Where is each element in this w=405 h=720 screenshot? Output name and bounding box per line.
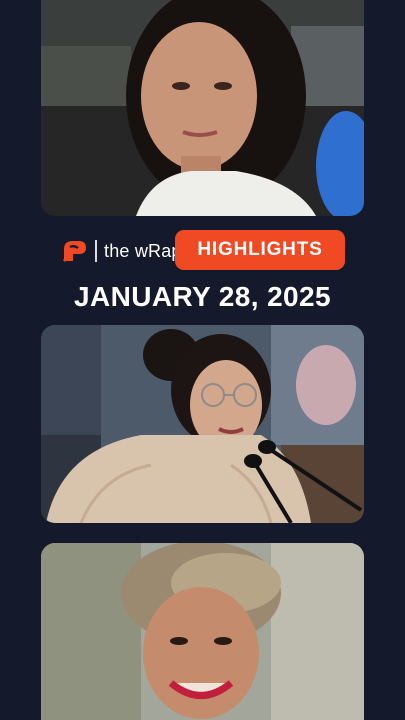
video-frame: the wRap HIGHLIGHTS JANUARY 28, 2025 [0,0,405,720]
rappler-logo-icon [62,239,88,263]
story-photo-3[interactable] [41,543,364,720]
story-photo-1[interactable] [41,0,364,216]
brand-divider [95,240,97,262]
photo-1-image [41,0,364,216]
show-name: the wRap [104,241,182,261]
episode-date: JANUARY 28, 2025 [74,281,331,312]
photo-2-image [41,325,364,523]
story-photo-2[interactable] [41,325,364,523]
photo-3-image [41,543,364,720]
brand-row: the wRap HIGHLIGHTS [0,230,405,272]
highlights-badge: HIGHLIGHTS [175,230,345,270]
